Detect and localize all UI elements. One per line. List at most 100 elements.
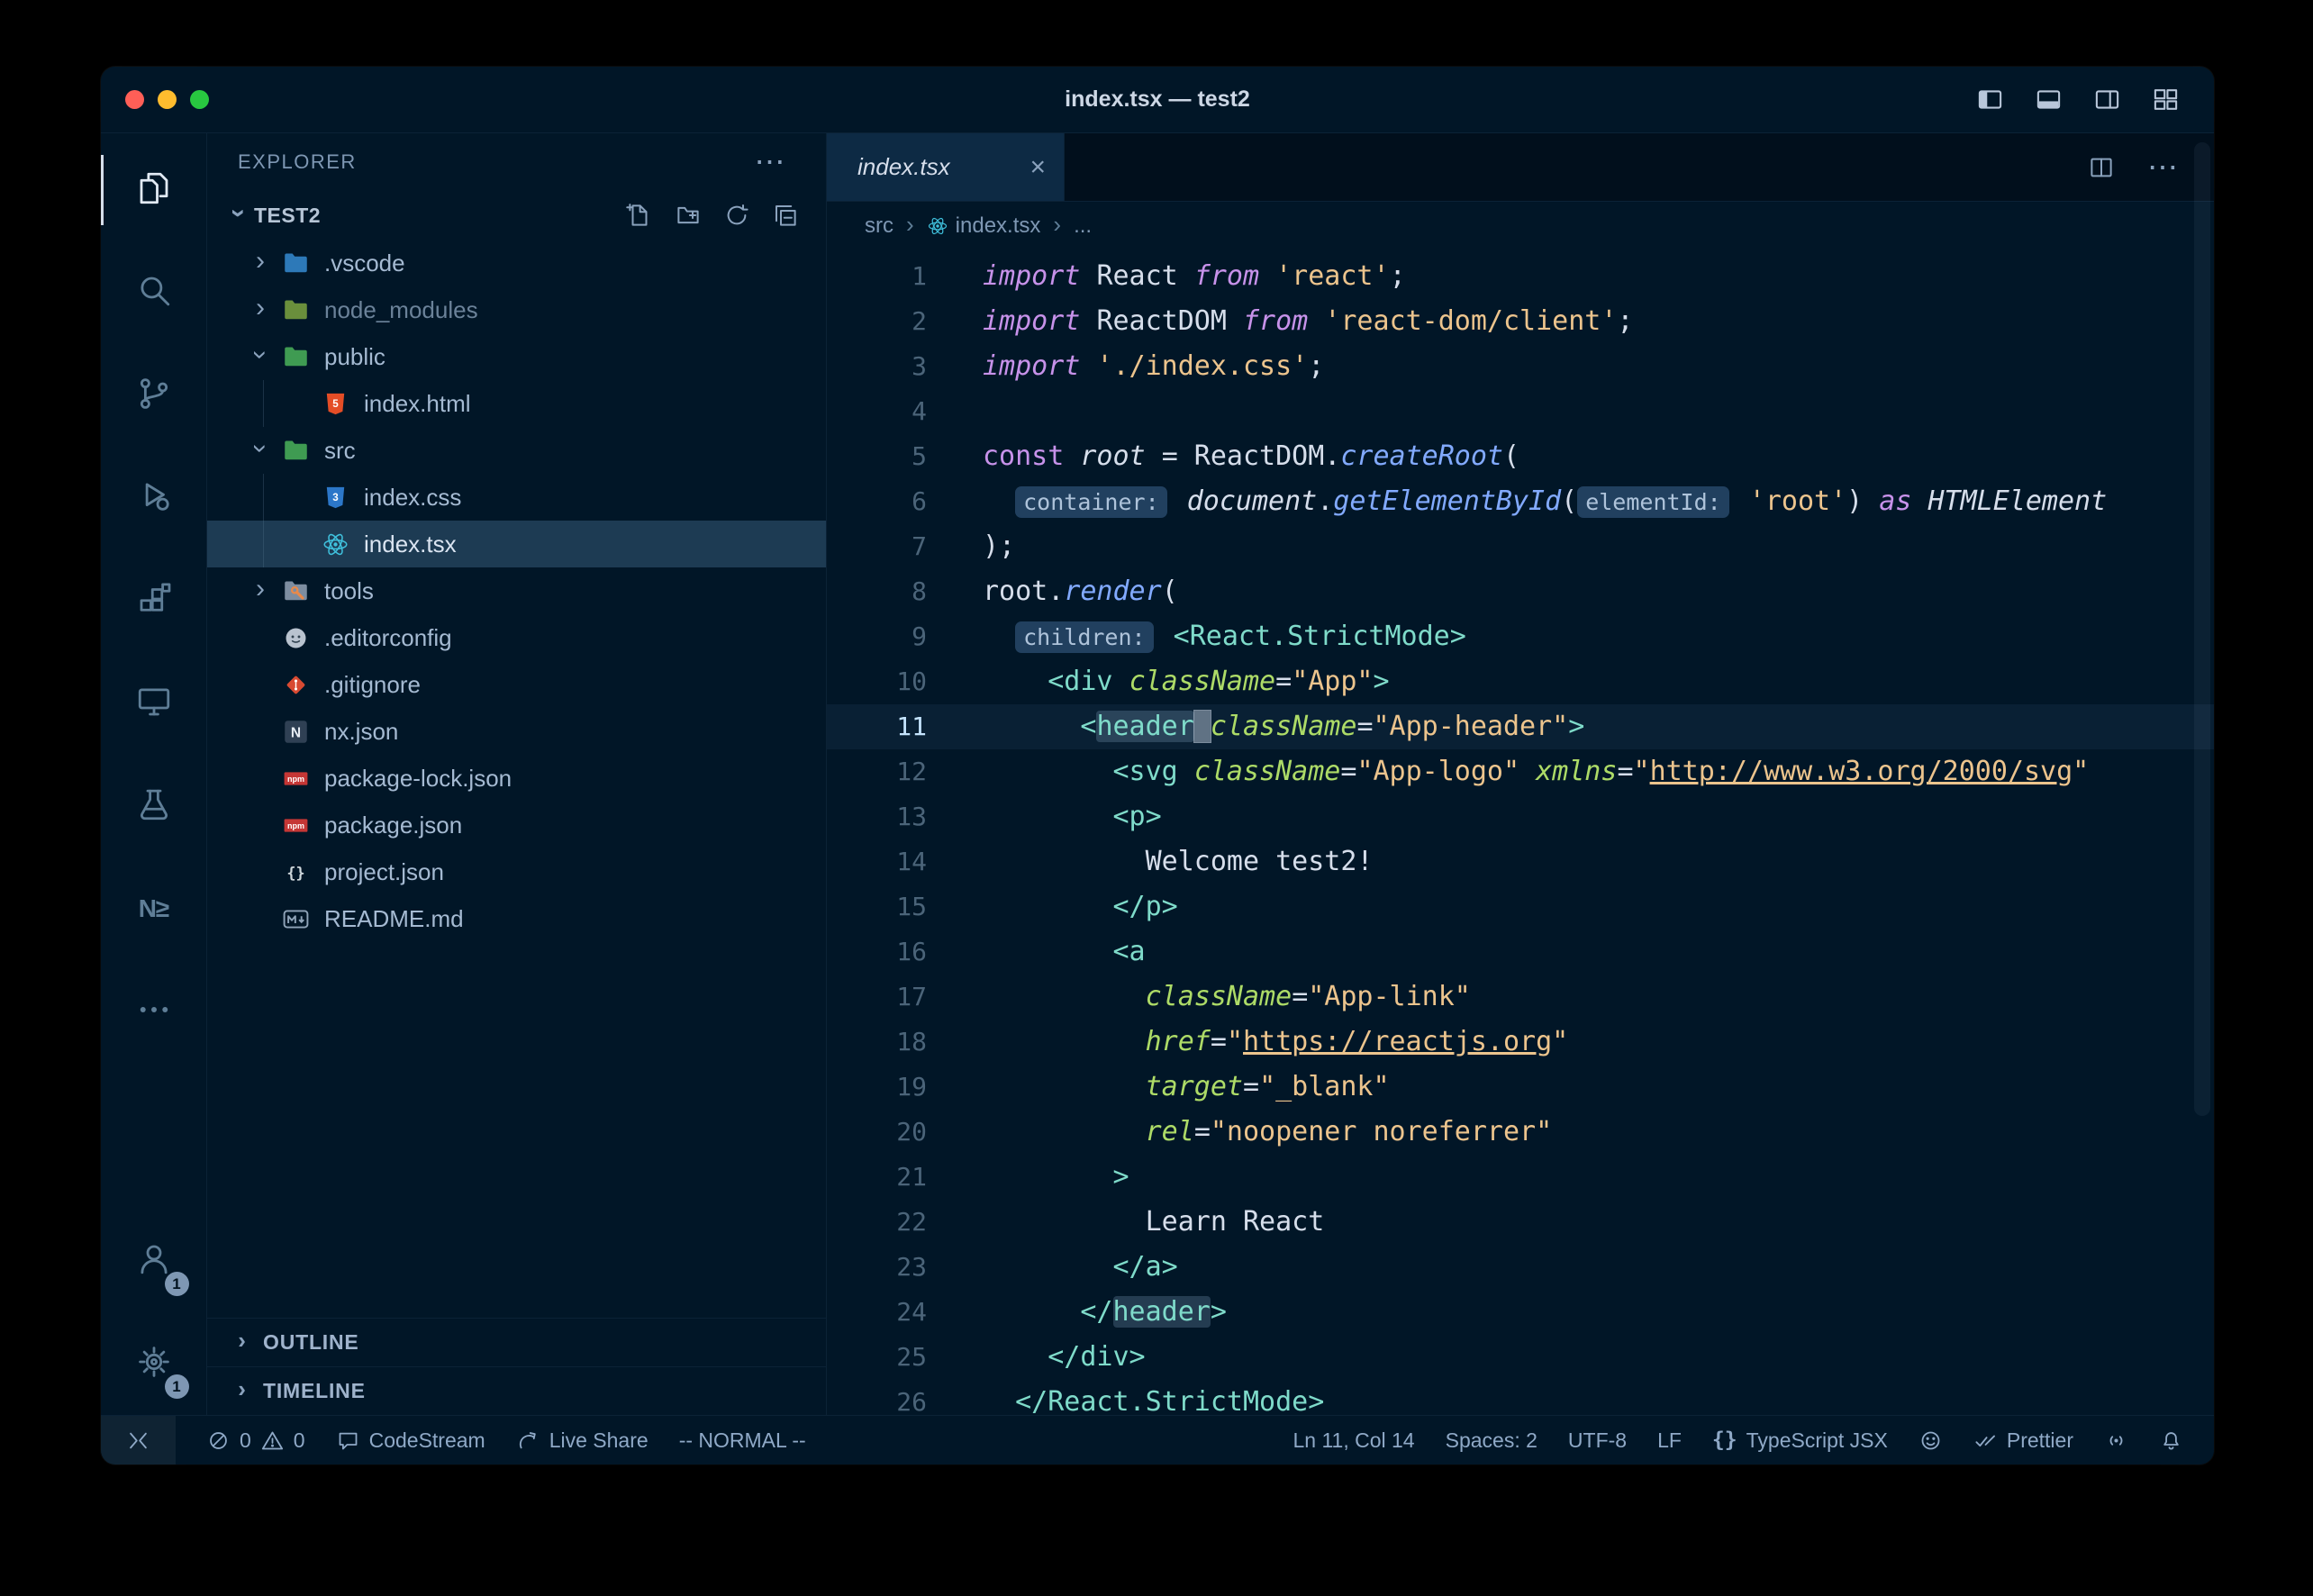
- code-line-17[interactable]: 17 className="App-link": [827, 975, 2214, 1020]
- activity-extensions[interactable]: [101, 549, 207, 652]
- status-encoding[interactable]: UTF-8: [1568, 1416, 1627, 1465]
- status-notifications[interactable]: [2159, 1416, 2183, 1465]
- activity-remote-explorer[interactable]: [101, 652, 207, 755]
- tree-item-index.css[interactable]: ›3index.css: [207, 474, 826, 521]
- tree-item-package.json[interactable]: ›npmpackage.json: [207, 802, 826, 848]
- zoom-button[interactable]: [190, 90, 209, 109]
- status-vim-mode[interactable]: -- NORMAL --: [679, 1416, 806, 1465]
- code-line-14[interactable]: 14 Welcome test2!: [827, 839, 2214, 884]
- editor-scrollbar[interactable]: [2194, 142, 2210, 1116]
- code-line-15[interactable]: 15 </p>: [827, 884, 2214, 929]
- sidebar-bottom-sections: ›OUTLINE›TIMELINE: [207, 1318, 826, 1415]
- status-language-mode[interactable]: {}TypeScript JSX: [1712, 1416, 1888, 1465]
- tree-item-.gitignore[interactable]: ›.gitignore: [207, 661, 826, 708]
- chevron-down-icon: ›: [223, 198, 254, 229]
- tree-item-package-lock.json[interactable]: ›npmpackage-lock.json: [207, 755, 826, 802]
- explorer-section-row[interactable]: › TEST2: [207, 191, 826, 240]
- status-codestream[interactable]: CodeStream: [336, 1416, 485, 1465]
- split-editor-button[interactable]: [2088, 154, 2115, 181]
- code-line-12[interactable]: 12 <svg className="App-logo" xmlns="http…: [827, 749, 2214, 794]
- code-line-4[interactable]: 4: [827, 389, 2214, 434]
- code-line-13[interactable]: 13 <p>: [827, 794, 2214, 839]
- close-icon[interactable]: ×: [1030, 156, 1046, 179]
- close-button[interactable]: [125, 90, 144, 109]
- code-line-9[interactable]: 9 children: <React.StrictMode>: [827, 614, 2214, 659]
- new-file-button[interactable]: [626, 202, 653, 229]
- section-outline[interactable]: ›OUTLINE: [207, 1318, 826, 1366]
- breadcrumb-...[interactable]: ...: [1074, 213, 1092, 239]
- new-folder-button[interactable]: [675, 202, 702, 229]
- tree-item-project.json[interactable]: ›{}project.json: [207, 848, 826, 895]
- code-line-20[interactable]: 20 rel="noopener noreferrer": [827, 1110, 2214, 1155]
- activity-testing[interactable]: [101, 755, 207, 857]
- titlebar[interactable]: index.tsx — test2: [101, 67, 2214, 133]
- svg-text:5: 5: [332, 398, 339, 410]
- double-check-icon: [1973, 1428, 1998, 1453]
- status-indentation[interactable]: Spaces: 2: [1446, 1416, 1537, 1465]
- activity-accounts[interactable]: 1: [101, 1210, 207, 1312]
- status-live-share[interactable]: Live Share: [516, 1416, 649, 1465]
- code-line-7[interactable]: 7);: [827, 524, 2214, 569]
- breadcrumb-src[interactable]: src: [865, 213, 893, 239]
- refresh-button[interactable]: [723, 202, 750, 229]
- collapse-all-button[interactable]: [772, 202, 799, 229]
- status-remote-indicator[interactable]: [101, 1416, 176, 1465]
- activity-more[interactable]: [101, 960, 207, 1063]
- breadcrumb-index.tsx[interactable]: index.tsx: [927, 213, 1041, 239]
- code-line-8[interactable]: 8root.render(: [827, 569, 2214, 614]
- tree-item-src[interactable]: ›src: [207, 427, 826, 474]
- code-line-5[interactable]: 5const root = ReactDOM.createRoot(: [827, 434, 2214, 479]
- code-line-10[interactable]: 10 <div className="App">: [827, 659, 2214, 704]
- status-feedback[interactable]: [1918, 1416, 1943, 1465]
- tree-item-nx.json[interactable]: ›Nnx.json: [207, 708, 826, 755]
- tree-item-README.md[interactable]: ›README.md: [207, 895, 826, 942]
- json-icon: {}: [277, 856, 313, 888]
- tab-index-tsx[interactable]: index.tsx ×: [827, 133, 1065, 201]
- code-line-16[interactable]: 16 <a: [827, 929, 2214, 975]
- code-line-22[interactable]: 22 Learn React: [827, 1200, 2214, 1245]
- tree-item-tools[interactable]: ›tools: [207, 567, 826, 614]
- activity-nx-console[interactable]: N≥: [101, 857, 207, 960]
- svg-text:{}: {}: [286, 863, 304, 881]
- activity-run-debug[interactable]: [101, 447, 207, 549]
- status-eol[interactable]: LF: [1657, 1416, 1682, 1465]
- tree-item-public[interactable]: ›public: [207, 333, 826, 380]
- activity-search[interactable]: [101, 241, 207, 344]
- tree-item-.vscode[interactable]: ›.vscode: [207, 240, 826, 286]
- code-line-23[interactable]: 23 </a>: [827, 1245, 2214, 1290]
- code-line-19[interactable]: 19 target="_blank": [827, 1065, 2214, 1110]
- layout-sidebar-right-button[interactable]: [2093, 86, 2121, 113]
- activity-source-control[interactable]: [101, 344, 207, 447]
- code-line-3[interactable]: 3import './index.css';: [827, 344, 2214, 389]
- code-area[interactable]: 1import React from 'react';2import React…: [827, 250, 2214, 1415]
- code-line-1[interactable]: 1import React from 'react';: [827, 254, 2214, 299]
- section-timeline[interactable]: ›TIMELINE: [207, 1366, 826, 1415]
- line-number: 9: [827, 614, 927, 659]
- code-line-21[interactable]: 21 >: [827, 1155, 2214, 1200]
- code-line-2[interactable]: 2import ReactDOM from 'react-dom/client'…: [827, 299, 2214, 344]
- code-line-11[interactable]: 11 <header className="App-header">: [827, 704, 2214, 749]
- layout-grid-button[interactable]: [2152, 86, 2180, 113]
- activity-explorer[interactable]: [101, 139, 207, 241]
- tree-item-node_modules[interactable]: ›node_modules: [207, 286, 826, 333]
- activity-settings[interactable]: 1: [101, 1312, 207, 1415]
- status-cursor-position[interactable]: Ln 11, Col 14: [1293, 1416, 1414, 1465]
- code-line-18[interactable]: 18 href="https://reactjs.org": [827, 1020, 2214, 1065]
- code-line-24[interactable]: 24 </header>: [827, 1290, 2214, 1335]
- layout-sidebar-left-button[interactable]: [1976, 86, 2004, 113]
- minimize-button[interactable]: [158, 90, 177, 109]
- code-line-6[interactable]: 6 container: document.getElementById(ele…: [827, 479, 2214, 524]
- line-number: 2: [827, 299, 927, 344]
- status-problems[interactable]: 00: [206, 1416, 305, 1465]
- tree-item-index.html[interactable]: ›5index.html: [207, 380, 826, 427]
- status-prettier[interactable]: Prettier: [1973, 1416, 2073, 1465]
- status-broadcast[interactable]: [2104, 1416, 2128, 1465]
- more-button[interactable]: ⋯: [2147, 150, 2178, 186]
- react-icon: [317, 528, 353, 560]
- explorer-more-button[interactable]: ⋯: [755, 153, 787, 171]
- code-line-25[interactable]: 25 </div>: [827, 1335, 2214, 1380]
- layout-panel-button[interactable]: [2035, 86, 2063, 113]
- code-line-26[interactable]: 26 </React.StrictMode>: [827, 1380, 2214, 1415]
- tree-item-index.tsx[interactable]: ›index.tsx: [207, 521, 826, 567]
- tree-item-.editorconfig[interactable]: ›.editorconfig: [207, 614, 826, 661]
